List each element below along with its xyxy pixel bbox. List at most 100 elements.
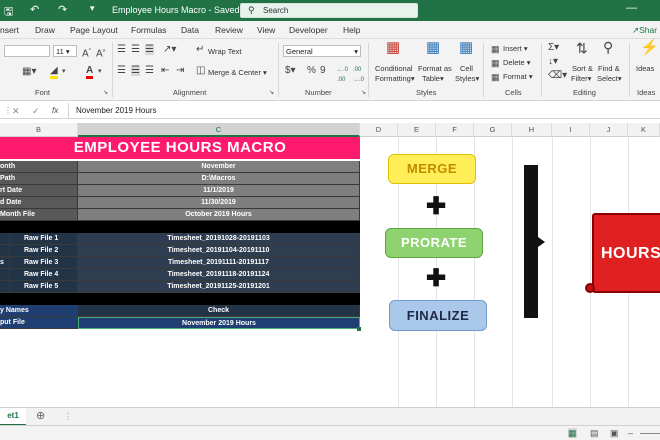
more-sheets-icon[interactable]: ⋮ [64,412,72,422]
undo-icon[interactable]: ↶ [30,3,39,16]
sheet-tab[interactable]: et1 [0,408,26,426]
row-value[interactable]: November [78,161,360,173]
normal-view-icon[interactable]: ▦ [568,428,577,438]
align-bottom-icon[interactable]: ☰ [145,45,154,55]
format-button[interactable]: Format ▾ [503,72,533,81]
redo-icon[interactable]: ↷ [58,3,67,16]
page-break-view-icon[interactable]: ▣ [610,428,619,438]
raw-file-label[interactable]: Raw File 5 [10,281,78,293]
cell-label[interactable]: Cell [460,64,473,73]
formatting-label[interactable]: Formatting▾ [375,74,415,83]
raw-file-label[interactable]: Raw File 4 [10,269,78,281]
fill-dropdown-icon[interactable]: ▾ [62,67,66,77]
select-label[interactable]: Select▾ [597,74,622,83]
tab-developer[interactable]: Developer [289,25,328,35]
conditional-label[interactable]: Conditional [375,64,413,73]
fill-handle[interactable] [357,327,361,331]
row-value[interactable]: 11/1/2019 [78,185,360,197]
number-format-box[interactable]: General ▾ [283,45,361,57]
decrease-font-icon[interactable]: Av [96,46,105,59]
column-header-h[interactable]: H [512,123,552,137]
raw-file-label[interactable]: Raw File 1 [10,233,78,245]
tab-view[interactable]: View [257,25,275,35]
column-header-b[interactable]: B [0,123,78,137]
column-header-c[interactable]: C [78,123,360,137]
comma-icon[interactable]: 9 [320,66,326,76]
tab-review[interactable]: Review [215,25,243,35]
hours-button[interactable]: HOURS [592,213,660,293]
raw-file-label[interactable]: Raw File 2 [10,245,78,257]
tab-draw[interactable]: Draw [35,25,55,35]
cell-styles-icon[interactable]: ▦ [459,40,473,55]
namebox-dropdown-icon[interactable]: ⋮ [4,106,12,116]
merge-button[interactable]: MERGE [388,154,476,184]
zoom-slider[interactable] [640,433,660,434]
fill-icon[interactable]: ↓▾ [548,57,558,67]
tab-insert[interactable]: nsert [0,25,19,35]
delete-button[interactable]: Delete ▾ [503,58,531,67]
row-value[interactable]: 11/30/2019 [78,197,360,209]
number-launcher-icon[interactable]: ↘ [361,88,366,98]
row-label[interactable]: Month File [0,209,78,221]
column-header-f[interactable]: F [436,123,474,137]
font-color-icon[interactable]: A [86,66,94,79]
row-value[interactable]: October 2019 Hours [78,209,360,221]
filter-label[interactable]: Filter▾ [571,74,591,83]
arrow-shaft[interactable] [524,165,538,318]
ideas-icon[interactable]: ⚡ [640,40,659,55]
decrease-decimal-icon[interactable]: .00 →.0 [353,65,364,85]
font-launcher-icon[interactable]: ↘ [103,88,108,98]
enter-icon[interactable]: ✓ [32,106,40,116]
output-value-selected[interactable]: November 2019 Hours [78,317,360,329]
currency-icon[interactable]: $▾ [285,66,296,76]
row-value[interactable]: D:\Macros [78,173,360,185]
raw-file-value[interactable]: Timesheet_20191118-20191124 [78,269,360,281]
output-label[interactable]: put File [0,317,78,329]
decrease-indent-icon[interactable]: ⇤ [161,66,169,76]
tab-help[interactable]: Help [343,25,360,35]
font-name-box[interactable] [4,45,50,57]
row-label[interactable]: d Date [0,197,78,209]
search-input[interactable]: ⚲ Search [240,3,418,18]
cancel-icon[interactable]: ✕ [12,106,20,116]
merge-icon[interactable]: ◫ [196,66,205,76]
alignment-launcher-icon[interactable]: ↘ [269,88,274,98]
align-left-icon[interactable]: ☰ [117,66,126,76]
insert-function-icon[interactable]: fx [52,106,58,116]
fill-color-icon[interactable]: ◢ [50,66,58,79]
merge-center-button[interactable]: Merge & Center ▾ [208,68,267,77]
prorate-button[interactable]: PRORATE [385,228,483,258]
sort-filter-icon[interactable]: ⇅ [576,41,588,55]
align-center-icon[interactable]: ☰ [131,66,140,76]
column-header-e[interactable]: E [398,123,436,137]
wrap-text-icon[interactable]: ↵ [196,45,204,55]
formula-input[interactable]: November 2019 Hours [76,106,156,115]
minimize-button[interactable]: — [626,2,637,14]
delete-icon[interactable]: ▦ [491,58,500,68]
raw-file-label[interactable]: Raw File 3 [10,257,78,269]
autosum-icon[interactable]: Σ▾ [548,43,559,53]
names-label[interactable]: y Names [0,305,78,317]
row-label[interactable]: onth [0,161,78,173]
tab-page-layout[interactable]: Page Layout [70,25,118,35]
find-label[interactable]: Find & [598,64,620,73]
font-size-box[interactable]: 11 ▾ [53,45,77,57]
clear-icon[interactable]: ⌫▾ [548,71,567,81]
column-header-j[interactable]: J [590,123,628,137]
find-select-icon[interactable]: ⚲ [603,40,613,54]
tab-data[interactable]: Data [181,25,199,35]
page-layout-view-icon[interactable]: ▤ [590,428,599,438]
raw-file-value[interactable]: Timesheet_20191028-20191103 [78,233,360,245]
table-label[interactable]: Table▾ [422,74,444,83]
align-right-icon[interactable]: ☰ [145,66,154,76]
styles-label[interactable]: Styles▾ [455,74,479,83]
names-value[interactable]: Check [78,305,360,317]
wrap-text-button[interactable]: Wrap Text [208,47,242,56]
row-label[interactable]: Path [0,173,78,185]
tab-formulas[interactable]: Formulas [131,25,166,35]
insert-button[interactable]: Insert ▾ [503,44,528,53]
macro-header[interactable]: EMPLOYEE HOURS MACRO [0,137,360,159]
align-middle-icon[interactable]: ☰ [131,45,140,55]
raw-file-value[interactable]: Timesheet_20191125-20191201 [78,281,360,293]
format-as-table-icon[interactable]: ▦ [426,40,440,55]
